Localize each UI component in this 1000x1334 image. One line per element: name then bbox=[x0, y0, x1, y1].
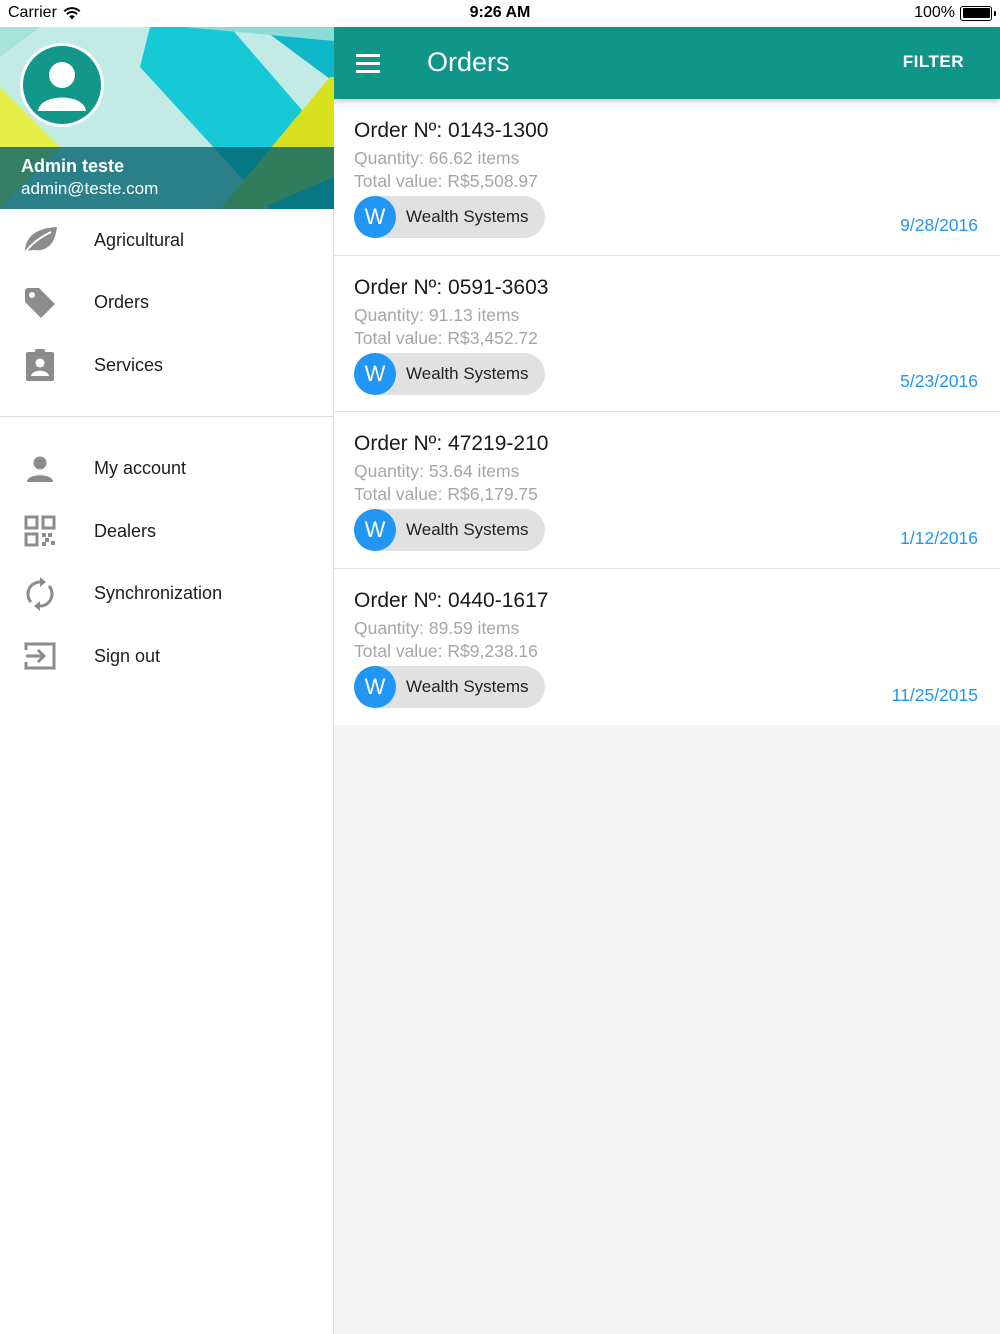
status-bar: Carrier 9:26 AM 100% bbox=[0, 0, 1000, 27]
orders-list: Order Nº: 0143-1300 Quantity: 66.62 item… bbox=[334, 99, 1000, 725]
filter-button[interactable]: FILTER bbox=[903, 52, 964, 72]
order-date: 11/25/2015 bbox=[891, 685, 978, 705]
menu-label-synchronization: Synchronization bbox=[94, 583, 223, 604]
dealer-chip[interactable]: W Wealth Systems bbox=[354, 509, 545, 551]
order-card[interactable]: Order Nº: 0143-1300 Quantity: 66.62 item… bbox=[334, 99, 1000, 256]
chip-label: Wealth Systems bbox=[406, 520, 529, 539]
person-icon bbox=[20, 449, 60, 489]
order-card[interactable]: Order Nº: 0440-1617 Quantity: 89.59 item… bbox=[334, 568, 1000, 725]
user-email: admin@teste.com bbox=[21, 179, 159, 198]
navigation-drawer: Admin teste admin@teste.com Agricultural… bbox=[0, 27, 334, 1334]
menu-label-my-account: My account bbox=[94, 458, 187, 479]
order-date: 5/23/2016 bbox=[900, 371, 978, 391]
chip-avatar: W bbox=[354, 665, 396, 708]
user-name: Admin teste bbox=[21, 156, 125, 176]
menu-item-synchronization[interactable]: Synchronization bbox=[0, 563, 333, 626]
order-quantity: Quantity: 66.62 items bbox=[354, 148, 520, 168]
chip-avatar: W bbox=[354, 509, 396, 551]
dealer-chip[interactable]: W Wealth Systems bbox=[354, 352, 545, 395]
menu-label-orders: Orders bbox=[94, 292, 150, 313]
battery-indicator: 100% bbox=[914, 4, 996, 22]
chip-label: Wealth Systems bbox=[406, 363, 529, 383]
menu-icon[interactable] bbox=[356, 49, 384, 77]
menu-item-agricultural[interactable]: Agricultural bbox=[0, 209, 333, 272]
order-total: Total value: R$3,452.72 bbox=[354, 327, 538, 348]
menu-divider bbox=[0, 415, 333, 417]
battery-icon bbox=[960, 5, 996, 21]
sync-icon bbox=[20, 574, 60, 614]
order-total: Total value: R$5,508.97 bbox=[354, 171, 538, 191]
menu-item-services[interactable]: Services bbox=[0, 334, 333, 397]
order-number: Order Nº: 0143-1300 bbox=[354, 119, 549, 142]
clipboard-account-icon bbox=[20, 345, 60, 385]
order-quantity: Quantity: 91.13 items bbox=[354, 304, 520, 325]
menu-item-dealers[interactable]: Dealers bbox=[0, 500, 333, 563]
menu-label-services: Services bbox=[94, 354, 164, 375]
menu-label-sign-out: Sign out bbox=[94, 645, 161, 666]
order-number: Order Nº: 0591-3603 bbox=[354, 275, 549, 299]
dealer-chip[interactable]: W Wealth Systems bbox=[354, 196, 545, 238]
menu-item-orders[interactable]: Orders bbox=[0, 272, 333, 335]
order-date: 9/28/2016 bbox=[900, 214, 978, 235]
menu-item-sign-out[interactable]: Sign out bbox=[0, 625, 333, 688]
drawer-menu: Agricultural Orders Services My account … bbox=[0, 209, 333, 688]
battery-percent: 100% bbox=[914, 4, 955, 21]
order-card[interactable]: Order Nº: 0591-3603 Quantity: 91.13 item… bbox=[334, 255, 1000, 412]
chip-label: Wealth Systems bbox=[406, 676, 529, 696]
drawer-header: Admin teste admin@teste.com bbox=[0, 27, 334, 209]
order-total: Total value: R$9,238.16 bbox=[354, 640, 538, 661]
dealer-chip[interactable]: W Wealth Systems bbox=[354, 665, 545, 708]
menu-label-dealers: Dealers bbox=[94, 520, 157, 541]
app-bar: Orders FILTER bbox=[334, 27, 1000, 99]
order-card[interactable]: Order Nº: 47219-210 Quantity: 53.64 item… bbox=[334, 412, 1000, 569]
clock: 9:26 AM bbox=[469, 4, 531, 21]
order-quantity: Quantity: 53.64 items bbox=[354, 461, 520, 481]
sign-out-icon bbox=[20, 636, 60, 676]
tag-icon bbox=[20, 283, 60, 323]
leaf-icon bbox=[20, 220, 60, 260]
order-number: Order Nº: 47219-210 bbox=[354, 432, 549, 455]
menu-label-agricultural: Agricultural bbox=[94, 229, 185, 250]
user-info: Admin teste admin@teste.com bbox=[0, 147, 334, 209]
page-title: Orders bbox=[427, 47, 510, 77]
order-quantity: Quantity: 89.59 items bbox=[354, 617, 520, 638]
menu-item-my-account[interactable]: My account bbox=[0, 438, 333, 501]
order-total: Total value: R$6,179.75 bbox=[354, 484, 538, 504]
chip-avatar: W bbox=[354, 196, 396, 238]
battery-fill bbox=[962, 8, 990, 18]
qr-code-icon bbox=[20, 511, 60, 551]
chip-label: Wealth Systems bbox=[406, 207, 529, 226]
order-number: Order Nº: 0440-1617 bbox=[354, 588, 549, 612]
chip-avatar: W bbox=[354, 352, 396, 395]
order-date: 1/12/2016 bbox=[900, 527, 978, 548]
account-circle-icon bbox=[38, 62, 86, 111]
avatar[interactable] bbox=[20, 43, 104, 127]
